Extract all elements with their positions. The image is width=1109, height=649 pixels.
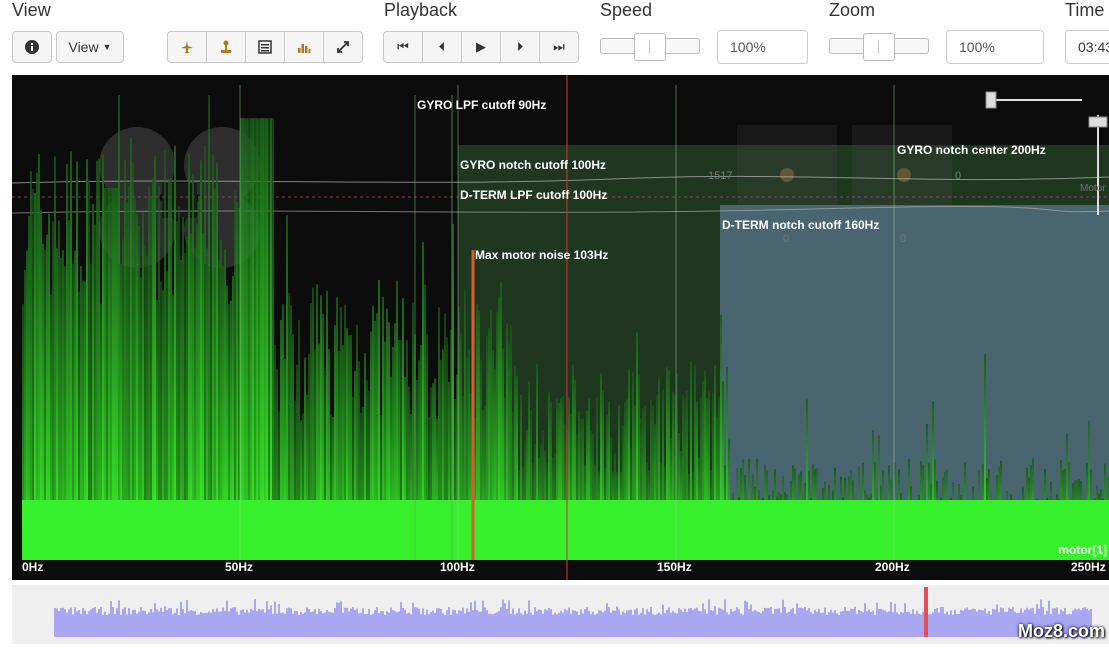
faint-value-3: 0 xyxy=(783,233,790,245)
log-timeline[interactable]: Moz8.com xyxy=(12,585,1109,644)
fast-backward-icon: ⏮ xyxy=(397,39,409,54)
joystick-icon xyxy=(221,40,231,53)
list-icon xyxy=(258,40,272,54)
max-motor-noise-label: Max motor noise 103Hz xyxy=(475,248,609,262)
faint-motor-label: Motor xyxy=(1080,183,1106,194)
sticks-view-button[interactable] xyxy=(206,31,246,63)
play-button[interactable]: ▶ xyxy=(461,31,501,63)
spectrum-graph[interactable]: GYRO LPF cutoff 90Hz GYRO notch cutoff 1… xyxy=(12,75,1109,580)
speed-section-title: Speed xyxy=(600,0,653,20)
expand-button[interactable] xyxy=(323,31,363,63)
step-backward-icon: ⏴ xyxy=(438,39,446,54)
step-forward-button[interactable]: ⏵ xyxy=(500,31,540,63)
step-back-button[interactable]: ⏴ xyxy=(422,31,462,63)
speed-slider-handle[interactable] xyxy=(634,33,666,61)
gyro-notch-center-label: GYRO notch center 200Hz xyxy=(897,143,1046,157)
zoom-section-title: Zoom xyxy=(829,0,876,20)
dterm-lpf-label: D-TERM LPF cutoff 100Hz xyxy=(460,188,608,202)
freq-tick-label: 250Hz xyxy=(1071,560,1106,574)
zoom-input[interactable]: 100% xyxy=(946,30,1044,64)
view-dropdown-button[interactable]: View ▼ xyxy=(56,31,124,63)
dterm-notch-cutoff-label: D-TERM notch cutoff 160Hz xyxy=(722,218,880,232)
faint-value-4: 0 xyxy=(900,233,907,245)
freq-tick-label: 50Hz xyxy=(225,560,254,574)
faint-value-1: 1517 xyxy=(708,170,733,182)
speed-input[interactable]: 100% xyxy=(717,30,808,64)
freq-tick-label: 0Hz xyxy=(22,560,44,574)
arrows-icon xyxy=(337,41,349,53)
craft-view-button[interactable] xyxy=(167,31,207,63)
analyser-view-button[interactable] xyxy=(284,31,324,63)
airplane-icon xyxy=(181,41,193,53)
jump-end-button[interactable]: ⏭ xyxy=(539,31,579,63)
info-icon xyxy=(25,40,39,54)
gyro-lpf-label: GYRO LPF cutoff 90Hz xyxy=(417,98,547,112)
freq-tick-label: 200Hz xyxy=(875,560,910,574)
faint-value-2: 0 xyxy=(955,170,962,182)
view-section-title: View xyxy=(12,0,51,20)
play-icon: ▶ xyxy=(476,39,486,54)
time-section-title: Time xyxy=(1065,0,1105,20)
table-view-button[interactable] xyxy=(245,31,285,63)
caret-down-icon: ▼ xyxy=(102,42,112,52)
step-forward-icon: ⏵ xyxy=(516,39,524,54)
bar-chart-icon xyxy=(298,44,311,53)
timeline-histogram xyxy=(54,587,1092,637)
freq-tick-label: 100Hz xyxy=(440,560,475,574)
freq-tick-label: 150Hz xyxy=(657,560,692,574)
gyro-notch-cutoff-label: GYRO notch cutoff 100Hz xyxy=(460,158,607,172)
jump-start-button[interactable]: ⏮ xyxy=(383,31,423,63)
time-input[interactable]: 03:43 xyxy=(1065,30,1109,64)
series-label: motor[1] xyxy=(1058,543,1107,557)
playback-section-title: Playback xyxy=(384,0,458,20)
zoom-slider-handle[interactable] xyxy=(863,33,895,61)
watermark: Moz8.com xyxy=(1017,621,1105,641)
fast-forward-icon: ⏭ xyxy=(553,39,565,54)
timeline-cursor xyxy=(924,587,928,637)
view-dropdown-label: View xyxy=(68,39,99,55)
info-button[interactable] xyxy=(12,31,52,63)
